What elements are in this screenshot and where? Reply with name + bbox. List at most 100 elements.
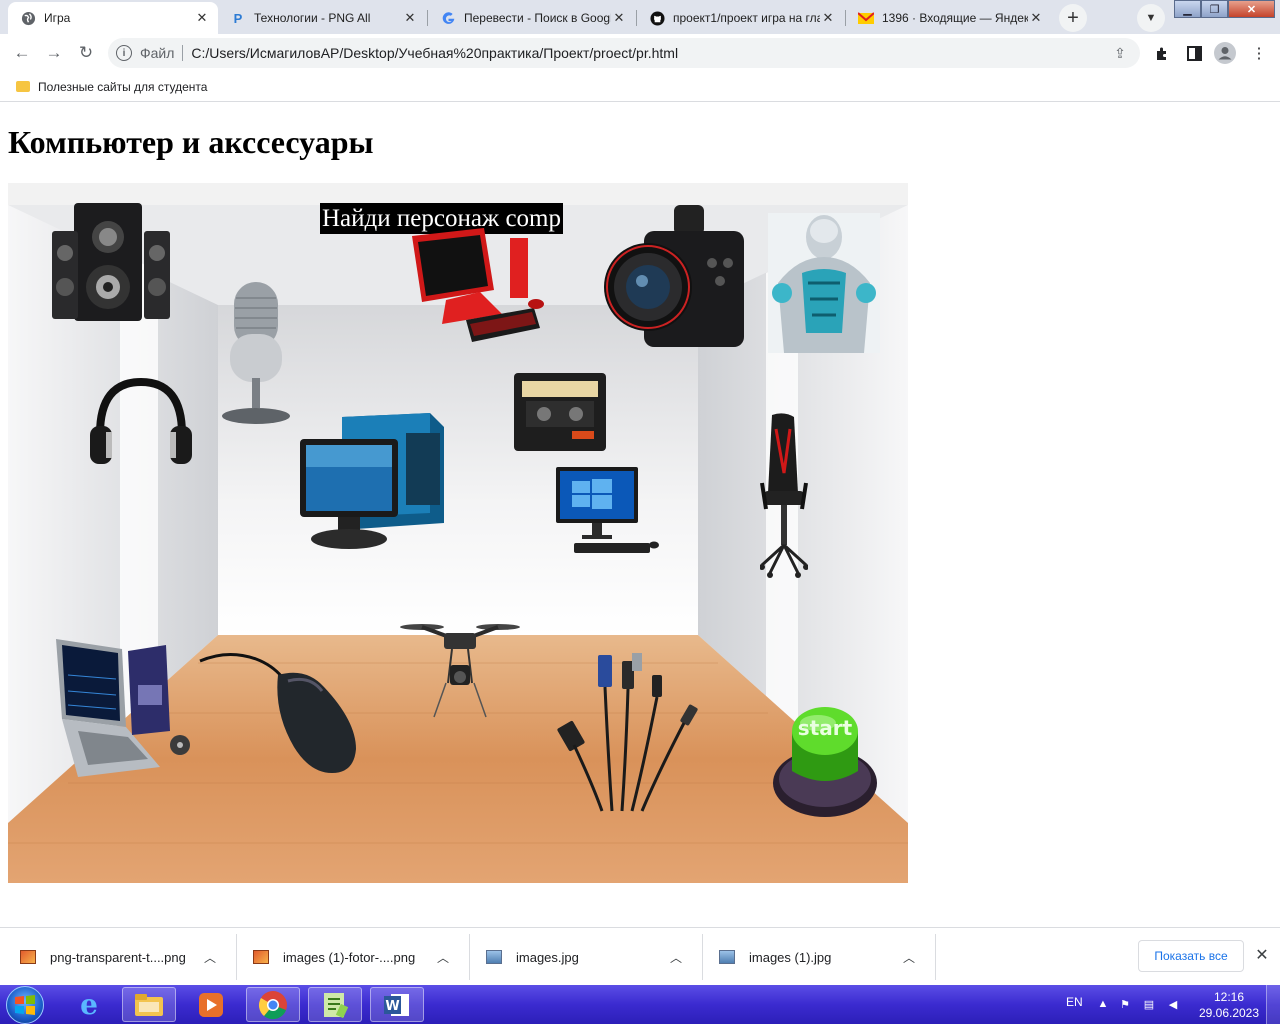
- tab-png-all[interactable]: P Технологии - PNG All ✕: [218, 2, 426, 34]
- cables-item[interactable]: [548, 653, 708, 813]
- windows-logo-icon: [15, 995, 35, 1015]
- maximize-button[interactable]: ❐: [1201, 0, 1228, 18]
- notepad-plus-icon: [324, 992, 348, 1018]
- close-tab-icon[interactable]: ✕: [1028, 10, 1044, 26]
- google-icon: [440, 10, 456, 26]
- download-item[interactable]: images.jpg ︿: [466, 928, 686, 986]
- bookmark-folder-students[interactable]: Полезные сайты для студента: [38, 80, 207, 94]
- internet-explorer-taskbar-button[interactable]: e: [62, 987, 116, 1022]
- mouse-item[interactable]: [198, 651, 362, 775]
- profile-avatar-icon[interactable]: [1214, 42, 1236, 64]
- close-tab-icon[interactable]: ✕: [194, 10, 210, 26]
- notepad-plus-taskbar-button[interactable]: [308, 987, 362, 1022]
- network-icon[interactable]: ▤: [1142, 997, 1156, 1011]
- download-filename: png-transparent-t....png: [50, 949, 186, 965]
- tab-title: Игра: [44, 11, 71, 25]
- clock-date: 29.06.2023: [1198, 1006, 1260, 1020]
- mail-icon: [858, 10, 874, 26]
- window-controls: ▁ ❐ ✕: [1174, 0, 1280, 20]
- reload-button[interactable]: ↻: [74, 41, 98, 65]
- robot-item[interactable]: [768, 213, 880, 353]
- show-desktop-button[interactable]: [1266, 985, 1280, 1024]
- microphone-item[interactable]: [222, 278, 298, 428]
- new-tab-button[interactable]: +: [1059, 4, 1087, 32]
- minimize-button[interactable]: ▁: [1174, 0, 1201, 18]
- image-file-icon: [253, 950, 269, 964]
- chrome-taskbar-button[interactable]: [246, 987, 300, 1022]
- gaming-chair-item[interactable]: [760, 413, 808, 579]
- chevron-up-icon[interactable]: ︿: [899, 949, 919, 966]
- start-button-label: start: [798, 716, 853, 740]
- menu-kebab-icon[interactable]: ⋮: [1248, 42, 1270, 64]
- internet-explorer-icon: e: [80, 988, 98, 1021]
- image-file-icon: [20, 950, 36, 964]
- start-button[interactable]: start: [772, 703, 878, 819]
- chevron-up-icon[interactable]: ︿: [200, 949, 220, 966]
- clock-time: 12:16: [1213, 990, 1245, 1004]
- tab-game[interactable]: Игра ✕: [8, 2, 218, 34]
- address-bar[interactable]: i Файл C:/Users/ИсмагиловАР/Desktop/Учеб…: [108, 38, 1140, 68]
- media-player-icon: [199, 992, 223, 1017]
- camera-item[interactable]: [604, 203, 746, 351]
- folder-icon: [135, 993, 163, 1016]
- download-item[interactable]: png-transparent-t....png ︿: [0, 928, 220, 986]
- explorer-taskbar-button[interactable]: [122, 987, 176, 1022]
- tab-github[interactable]: проект1/проект игра на главной ✕: [637, 2, 844, 34]
- close-tab-icon[interactable]: ✕: [611, 10, 627, 26]
- download-item[interactable]: images (1)-fotor-....png ︿: [233, 928, 453, 986]
- language-indicator[interactable]: EN: [1066, 995, 1083, 1009]
- tab-google-translate[interactable]: Перевести - Поиск в Google ✕: [428, 2, 635, 34]
- red-computer-item[interactable]: [406, 228, 548, 353]
- volume-icon[interactable]: ◀: [1166, 997, 1180, 1011]
- download-filename: images.jpg: [516, 949, 579, 965]
- drone-item[interactable]: [398, 613, 522, 719]
- cassette-player-item[interactable]: [514, 373, 606, 451]
- close-tab-icon[interactable]: ✕: [820, 10, 836, 26]
- close-tab-icon[interactable]: ✕: [402, 10, 418, 26]
- globe-icon: [20, 10, 36, 26]
- extensions-icon[interactable]: [1151, 42, 1173, 64]
- system-clock[interactable]: 12:16 29.06.2023: [1198, 989, 1260, 1021]
- chevron-down-icon: ▼: [1145, 12, 1157, 24]
- close-icon[interactable]: ✕: [1252, 945, 1272, 965]
- windows-taskbar: e W EN ▲ ⚑ ▤ ◀ 12:16 29.06.2023: [0, 985, 1280, 1024]
- download-separator: [935, 934, 936, 980]
- speakers-item[interactable]: [52, 203, 172, 323]
- back-button[interactable]: ←: [10, 41, 34, 65]
- github-icon: [649, 10, 665, 26]
- laptop-item[interactable]: [48, 635, 198, 785]
- word-taskbar-button[interactable]: W: [370, 987, 424, 1022]
- info-icon[interactable]: i: [116, 45, 132, 61]
- arrow-right-icon: →: [45, 43, 63, 62]
- side-panel-icon[interactable]: [1183, 42, 1205, 64]
- chevron-up-icon[interactable]: ︿: [433, 949, 453, 966]
- media-player-taskbar-button[interactable]: [184, 987, 238, 1022]
- address-scheme: Файл: [140, 45, 175, 61]
- monitor-item[interactable]: [554, 467, 660, 561]
- image-file-icon: [486, 950, 502, 964]
- plus-icon: +: [1067, 6, 1079, 29]
- close-window-button[interactable]: ✕: [1228, 0, 1275, 18]
- chevron-up-icon[interactable]: ︿: [666, 949, 686, 966]
- chrome-icon: [258, 990, 287, 1019]
- headphones-item[interactable]: [88, 378, 194, 468]
- image-file-icon: [719, 950, 735, 964]
- page-title: Компьютер и акссесуары: [8, 124, 374, 160]
- downloads-bar: png-transparent-t....png ︿ images (1)-fo…: [0, 927, 1280, 985]
- game-room-scene: Найди персонаж comp start: [8, 183, 908, 883]
- tab-yandex-mail[interactable]: 1396 · Входящие — Яндекс Почта ✕: [846, 2, 1052, 34]
- arrow-left-icon: ←: [13, 43, 31, 62]
- tab-search-button[interactable]: ▼: [1137, 4, 1165, 32]
- download-item[interactable]: images (1).jpg ︿: [699, 928, 919, 986]
- show-hidden-icons-icon[interactable]: ▲: [1096, 997, 1110, 1011]
- show-all-downloads-button[interactable]: Показать все: [1138, 940, 1244, 972]
- svg-text:W: W: [385, 999, 399, 1014]
- windows-start-button[interactable]: [6, 986, 44, 1024]
- desktop-pc-item[interactable]: [298, 413, 448, 553]
- tab-title: проект1/проект игра на главной: [673, 11, 820, 25]
- reload-icon: ↻: [78, 43, 94, 62]
- share-icon[interactable]: ⇪: [1110, 43, 1130, 63]
- address-url[interactable]: C:/Users/ИсмагиловАР/Desktop/Учебная%20п…: [191, 45, 1110, 61]
- forward-button[interactable]: →: [42, 41, 66, 65]
- action-center-icon[interactable]: ⚑: [1118, 997, 1132, 1011]
